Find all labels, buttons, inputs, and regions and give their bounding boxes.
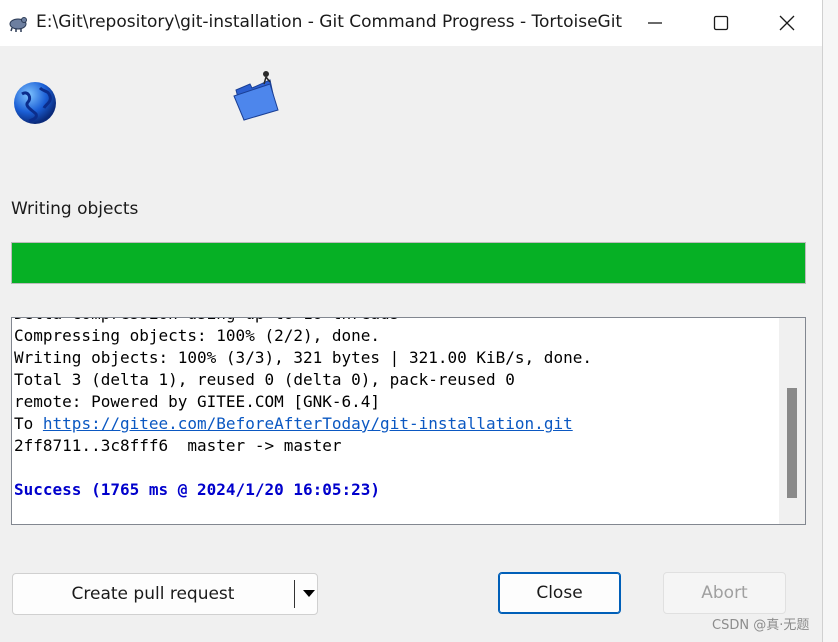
progress-fill: [12, 243, 805, 283]
progress-window: E:\Git\repository\git-installation - Git…: [0, 0, 823, 642]
scroll-thumb[interactable]: [787, 388, 797, 498]
log-line: Compressing objects: 100% (2/2), done.: [14, 326, 381, 345]
minimize-icon: [648, 22, 662, 24]
create-pull-request-button[interactable]: Create pull request: [12, 573, 318, 615]
log-line: remote: Powered by GITEE.COM [GNK-6.4]: [14, 392, 381, 411]
dropdown-arrow-icon[interactable]: [302, 586, 316, 602]
log-line: Writing objects: 100% (3/3), 321 bytes |…: [14, 348, 592, 367]
create-pull-request-label: Create pull request: [71, 584, 235, 604]
close-button[interactable]: Close: [498, 572, 621, 614]
background-strip: [823, 0, 838, 642]
progress-bar: [11, 242, 806, 284]
log-lines: Delta compression using up to 16 threads…: [14, 318, 592, 501]
close-icon: [779, 15, 795, 31]
log-line: Delta compression using up to 16 threads: [14, 318, 592, 325]
repository-folder-icon: [233, 71, 279, 121]
maximize-button[interactable]: [688, 0, 754, 46]
log-scrollbar[interactable]: [779, 318, 805, 524]
close-window-button[interactable]: [754, 0, 820, 46]
split-divider: [294, 580, 295, 608]
remote-url-link[interactable]: https://gitee.com/BeforeAfterToday/git-i…: [43, 414, 573, 433]
title-bar[interactable]: E:\Git\repository\git-installation - Git…: [0, 0, 822, 46]
minimize-button[interactable]: [622, 0, 688, 46]
globe-icon: [14, 82, 56, 124]
tortoisegit-icon: [9, 17, 27, 32]
abort-button[interactable]: Abort: [663, 572, 786, 614]
success-message: Success (1765 ms @ 2024/1/20 16:05:23): [14, 480, 381, 499]
window-title: E:\Git\repository\git-installation - Git…: [36, 12, 623, 32]
log-line: To https://gitee.com/BeforeAfterToday/gi…: [14, 413, 592, 435]
status-label: Writing objects: [11, 199, 139, 219]
log-line: 2ff8711..3c8fff6 master -> master: [14, 436, 342, 455]
log-line: Total 3 (delta 1), reused 0 (delta 0), p…: [14, 370, 515, 389]
log-output[interactable]: Delta compression using up to 16 threads…: [11, 317, 806, 525]
watermark: CSDN @真·无题: [712, 618, 810, 633]
log-line-prefix: To: [14, 414, 43, 433]
maximize-icon: [713, 15, 729, 31]
